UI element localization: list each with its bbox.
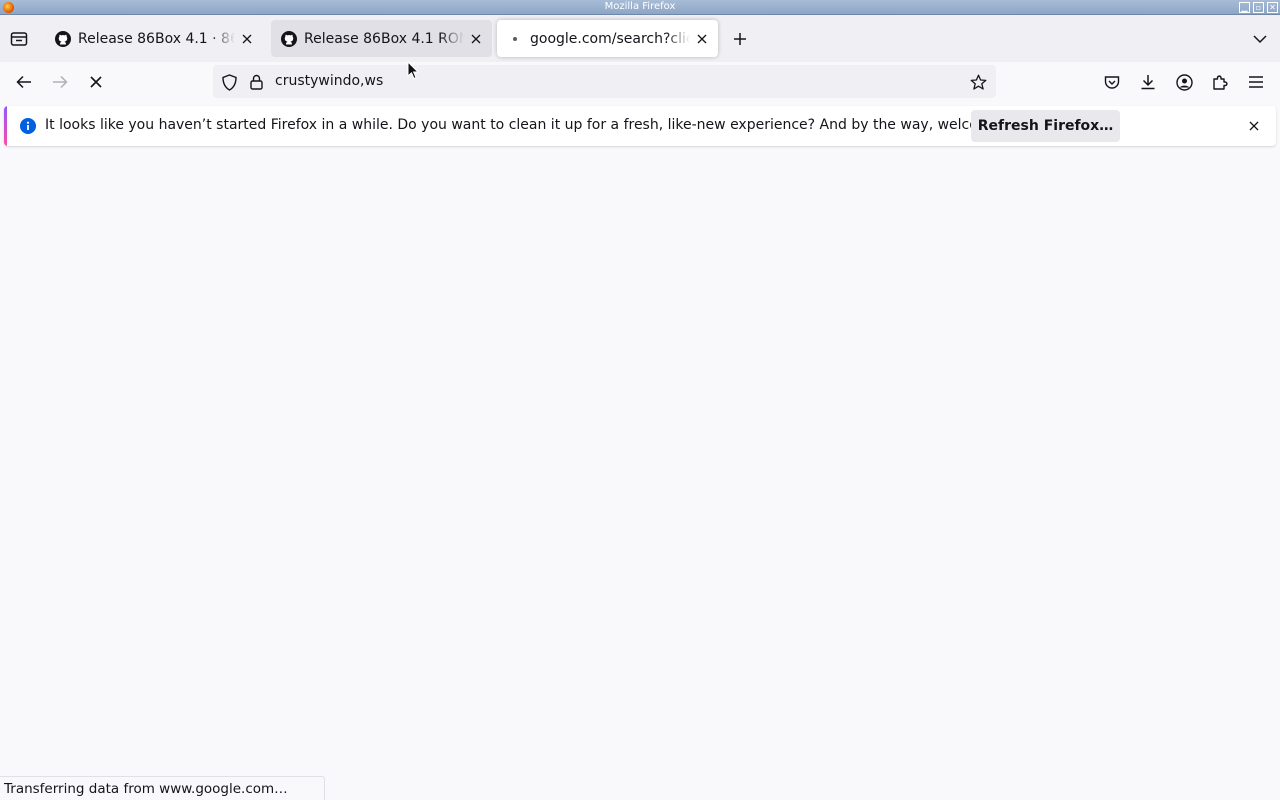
close-icon	[242, 34, 252, 43]
pocket-icon	[1104, 75, 1120, 89]
window-title: Mozilla Firefox	[604, 1, 676, 12]
github-icon	[55, 30, 71, 47]
page-content-area[interactable]	[0, 150, 1280, 800]
site-identity-button[interactable]	[247, 72, 265, 92]
tracking-protection-button[interactable]	[219, 72, 239, 92]
window-minimize-button[interactable]: ▁	[1239, 2, 1250, 13]
stop-button[interactable]	[84, 70, 108, 94]
account-button[interactable]	[1172, 70, 1196, 94]
lock-icon	[249, 74, 263, 90]
puzzle-icon	[1213, 75, 1228, 90]
shield-icon	[221, 73, 237, 91]
close-icon	[697, 34, 707, 43]
chevron-down-icon	[1253, 35, 1267, 44]
navigation-toolbar: crustywindo,ws	[0, 62, 1280, 102]
hamburger-menu-icon	[1249, 76, 1263, 88]
notification-close-button[interactable]	[1244, 116, 1264, 136]
new-tab-button[interactable]	[729, 28, 751, 50]
download-icon	[1141, 75, 1155, 90]
tab-86box-release[interactable]: Release 86Box 4.1 · 86Box/86Box	[45, 20, 263, 57]
app-menu-button[interactable]	[1244, 70, 1268, 94]
close-icon	[471, 34, 481, 43]
tab-google-search[interactable]: google.com/search?client=firefox	[497, 20, 718, 57]
close-icon	[1249, 121, 1259, 131]
tab-86box-romset[interactable]: Release 86Box 4.1 ROM set	[271, 20, 492, 57]
tab-close-button[interactable]	[694, 31, 710, 47]
notification-accent	[4, 106, 7, 146]
info-icon	[19, 117, 37, 135]
tab-title: Release 86Box 4.1 ROM set	[304, 30, 464, 47]
url-input[interactable]: crustywindo,ws	[275, 73, 383, 89]
account-icon	[1175, 73, 1193, 91]
star-icon	[970, 74, 986, 90]
firefox-view-button[interactable]	[8, 29, 30, 49]
loading-dot-icon	[507, 31, 523, 47]
window-close-button[interactable]: ✕	[1267, 2, 1278, 13]
address-bar[interactable]: crustywindo,ws	[213, 65, 996, 98]
window-titlebar[interactable]: Mozilla Firefox ▁ ▫ ✕	[0, 0, 1280, 15]
refresh-firefox-notification: It looks like you haven’t started Firefo…	[4, 106, 1276, 146]
mouse-cursor-icon	[407, 60, 420, 84]
notification-message: It looks like you haven’t started Firefo…	[45, 117, 1044, 133]
bookmark-star-button[interactable]	[968, 72, 988, 92]
pocket-button[interactable]	[1100, 70, 1124, 94]
firefox-view-icon	[10, 32, 28, 46]
forward-button[interactable]	[48, 70, 72, 94]
list-all-tabs-button[interactable]	[1249, 28, 1271, 50]
github-icon	[281, 30, 297, 47]
plus-icon	[734, 33, 746, 45]
tab-strip: Release 86Box 4.1 · 86Box/86Box Release …	[0, 15, 1280, 62]
refresh-firefox-button[interactable]: Refresh Firefox…	[971, 110, 1120, 142]
tab-title: google.com/search?client=firefox	[530, 30, 690, 47]
back-button[interactable]	[12, 70, 36, 94]
window-maximize-button[interactable]: ▫	[1253, 2, 1264, 13]
forward-arrow-icon	[53, 75, 68, 89]
back-arrow-icon	[16, 75, 31, 89]
stop-x-icon	[90, 76, 102, 88]
tab-title: Release 86Box 4.1 · 86Box/86Box	[78, 30, 235, 47]
tab-close-button[interactable]	[239, 31, 255, 47]
extensions-button[interactable]	[1208, 70, 1232, 94]
downloads-button[interactable]	[1136, 70, 1160, 94]
tab-close-button[interactable]	[468, 31, 484, 47]
status-panel: Transferring data from www.google.com…	[0, 776, 325, 800]
